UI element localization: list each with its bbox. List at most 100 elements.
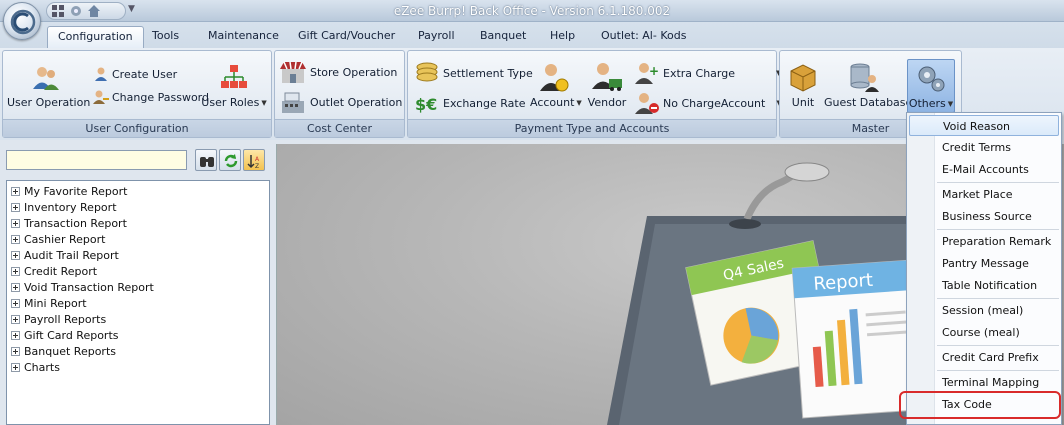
others-dropdown-menu: Void Reason Credit Terms E-Mail Accounts… <box>906 112 1062 425</box>
guest-database-button[interactable]: Guest Database <box>824 61 912 109</box>
expand-icon[interactable] <box>11 330 20 340</box>
menu-item-preparation-remark[interactable]: Preparation Remark <box>909 231 1059 252</box>
tab-payroll[interactable]: Payroll <box>418 26 455 48</box>
tools-icon[interactable] <box>69 4 83 18</box>
menu-separator <box>937 298 1059 299</box>
expand-icon[interactable] <box>11 218 20 228</box>
svg-text:Z: Z <box>255 163 259 169</box>
tab-tools[interactable]: Tools <box>152 26 179 48</box>
quick-access-dropdown-icon[interactable]: ▼ <box>128 4 135 14</box>
user-operation-label: User Operation <box>7 95 91 109</box>
tree-node-label: Audit Trail Report <box>24 248 119 262</box>
key-user-icon <box>93 90 109 104</box>
application-orb-button[interactable] <box>3 2 41 40</box>
vendor-label: Vendor <box>587 95 627 109</box>
report-search-input[interactable] <box>6 150 187 170</box>
user-operation-button[interactable]: User Operation <box>7 63 90 109</box>
expand-icon[interactable] <box>11 234 20 244</box>
sort-button[interactable]: AZ <box>243 149 265 171</box>
menu-item-credit-card-prefix[interactable]: Credit Card Prefix <box>909 347 1059 368</box>
tree-node[interactable]: Payroll Reports <box>11 311 106 327</box>
user-roles-button[interactable]: User Roles ▼ <box>201 63 267 109</box>
tab-configuration[interactable]: Configuration <box>47 26 144 48</box>
menu-item-credit-terms[interactable]: Credit Terms <box>909 137 1059 158</box>
group-user-configuration: User Operation Create User Change Passwo… <box>2 50 272 138</box>
expand-icon[interactable] <box>11 346 20 356</box>
vendor-button[interactable]: Vendor <box>586 61 628 109</box>
tree-node-label: Payroll Reports <box>24 312 107 326</box>
expand-icon[interactable] <box>11 282 20 292</box>
tree-node[interactable]: Banquet Reports <box>11 343 116 359</box>
tree-node[interactable]: Charts <box>11 359 60 375</box>
tree-node-label: Void Transaction Report <box>24 280 154 294</box>
calculator-icon[interactable] <box>51 4 65 18</box>
svg-text:$€: $€ <box>415 95 437 114</box>
expand-icon[interactable] <box>11 298 20 308</box>
expand-icon[interactable] <box>11 266 20 276</box>
extra-charge-icon: + <box>635 63 659 84</box>
menu-item-course-meal[interactable]: Course (meal) <box>909 322 1059 343</box>
tab-maintenance[interactable]: Maintenance <box>208 26 279 48</box>
tab-outlet[interactable]: Outlet: Al- Kods <box>601 26 686 48</box>
expand-icon[interactable] <box>11 186 20 196</box>
tab-banquet[interactable]: Banquet <box>480 26 526 48</box>
tree-node-label: Transaction Report <box>24 216 127 230</box>
user-roles-label: User Roles <box>201 95 260 109</box>
settlement-type-button[interactable]: Settlement Type <box>414 61 533 85</box>
account-button[interactable]: Account ▼ <box>530 61 582 109</box>
tree-node[interactable]: My Favorite Report <box>11 183 127 199</box>
svg-text:+: + <box>649 64 659 78</box>
tree-node-label: Banquet Reports <box>24 344 116 358</box>
group-payment-type-accounts: Settlement Type $€ Exchange Rate Account… <box>407 50 782 138</box>
no-charge-account-button[interactable]: No ChargeAccount▼ <box>634 91 782 115</box>
settlement-type-label: Settlement Type <box>443 66 533 80</box>
expand-icon[interactable] <box>11 362 20 372</box>
tree-node[interactable]: Cashier Report <box>11 231 105 247</box>
menu-item-void-reason[interactable]: Void Reason <box>909 115 1059 136</box>
binoculars-button[interactable] <box>195 149 217 171</box>
currency-exchange-icon: $€ <box>415 95 437 114</box>
unit-box-icon <box>790 64 816 92</box>
account-label: Account <box>530 95 575 109</box>
menu-item-terminal-mapping[interactable]: Terminal Mapping <box>909 372 1059 393</box>
menu-item-session-meal[interactable]: Session (meal) <box>909 300 1059 321</box>
report-tree: My Favorite Report Inventory Report Tran… <box>6 180 270 425</box>
store-operation-label: Store Operation <box>310 65 398 79</box>
tree-node[interactable]: Void Transaction Report <box>11 279 154 295</box>
store-icon <box>280 61 306 83</box>
change-password-button[interactable]: Change Password <box>93 89 209 105</box>
tree-node[interactable]: Credit Report <box>11 263 97 279</box>
menu-item-market-place[interactable]: Market Place <box>909 184 1059 205</box>
create-user-button[interactable]: Create User <box>93 66 177 82</box>
store-operation-button[interactable]: Store Operation <box>279 59 397 85</box>
tree-node[interactable]: Inventory Report <box>11 199 117 215</box>
outlet-operation-button[interactable]: Outlet Operation <box>279 89 402 115</box>
menu-item-business-source[interactable]: Business Source <box>909 206 1059 227</box>
expand-icon[interactable] <box>11 202 20 212</box>
tree-node[interactable]: Mini Report <box>11 295 87 311</box>
tab-help[interactable]: Help <box>550 26 575 48</box>
guest-database-label: Guest Database <box>824 95 913 109</box>
extra-charge-button[interactable]: + Extra Charge▼ <box>634 61 781 85</box>
menu-separator <box>937 345 1059 346</box>
menu-item-table-notification[interactable]: Table Notification <box>909 275 1059 296</box>
quick-access-toolbar <box>46 2 126 20</box>
others-button[interactable]: Others ▼ <box>907 59 955 113</box>
unit-button[interactable]: Unit <box>786 61 820 109</box>
expand-icon[interactable] <box>11 250 20 260</box>
tree-node[interactable]: Gift Card Reports <box>11 327 119 343</box>
menu-item-pantry-message[interactable]: Pantry Message <box>909 253 1059 274</box>
ribbon-tab-bar: Configuration Tools Maintenance Gift Car… <box>0 22 1064 48</box>
menu-item-email-accounts[interactable]: E-Mail Accounts <box>909 159 1059 180</box>
vendor-truck-icon <box>592 63 622 91</box>
exchange-rate-button[interactable]: $€ Exchange Rate <box>414 91 525 115</box>
tree-node[interactable]: Transaction Report <box>11 215 127 231</box>
expand-icon[interactable] <box>11 314 20 324</box>
home-icon[interactable] <box>87 4 101 18</box>
tax-code-highlight-outline <box>899 391 1061 419</box>
tree-node[interactable]: Audit Trail Report <box>11 247 119 263</box>
tab-gift-card-voucher[interactable]: Gift Card/Voucher <box>298 26 395 48</box>
change-password-label: Change Password <box>112 90 209 104</box>
extra-charge-label: Extra Charge <box>663 66 736 80</box>
refresh-button[interactable] <box>219 149 241 171</box>
